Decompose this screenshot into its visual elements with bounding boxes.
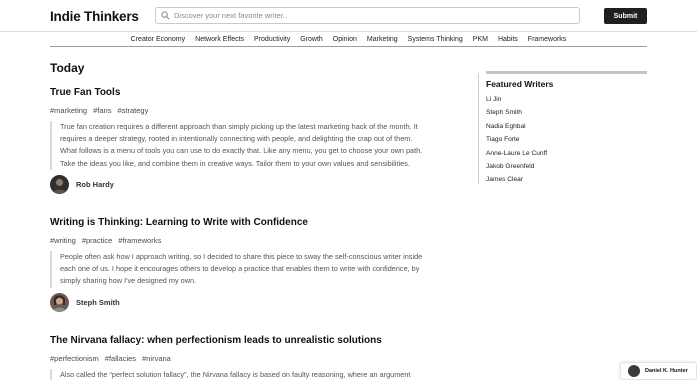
post-excerpt: True fan creation requires a different a…	[50, 121, 455, 170]
avatar	[50, 292, 69, 312]
user-name: Daniel K. Hunter	[645, 368, 688, 374]
category-nav: Creator Economy Network Effects Producti…	[50, 32, 647, 47]
nav-item-creator-economy[interactable]: Creator Economy	[131, 36, 185, 43]
user-avatar	[628, 365, 640, 377]
nav-divider-bottom	[50, 46, 647, 47]
post-card: Writing is Thinking: Learning to Write w…	[50, 217, 460, 312]
site-logo[interactable]: Indie Thinkers	[50, 9, 139, 24]
post-title[interactable]: Writing is Thinking: Learning to Write w…	[50, 217, 460, 228]
nav-item-network-effects[interactable]: Network Effects	[195, 36, 244, 43]
avatar	[50, 174, 69, 194]
post-excerpt: Also called the “perfect solution fallac…	[50, 369, 455, 380]
writer-link[interactable]: Jakob Greenfeld	[486, 163, 647, 176]
writer-link[interactable]: Anne-Laure Le Cunff	[486, 150, 647, 163]
writer-link[interactable]: Tiago Forte	[486, 136, 647, 149]
post-card: The Nirvana fallacy: when perfectionism …	[50, 335, 460, 380]
search-input[interactable]	[174, 11, 564, 20]
tag-link[interactable]: #practice	[82, 236, 112, 245]
nav-item-marketing[interactable]: Marketing	[367, 36, 398, 43]
writer-link[interactable]: Steph Smith	[486, 109, 647, 122]
featured-writers-panel: Featured Writers Li Jin Steph Smith Nadi…	[486, 71, 647, 190]
nav-item-frameworks[interactable]: Frameworks	[528, 36, 567, 43]
nav-item-pkm[interactable]: PKM	[473, 36, 488, 43]
excerpt-line: Take the ideas you like, and combine the…	[60, 158, 410, 168]
author-name[interactable]: Rob Hardy	[76, 180, 114, 189]
tag-link[interactable]: #nirvana	[142, 354, 171, 363]
writer-link[interactable]: James Clear	[486, 176, 647, 189]
excerpt-line: requires a deeper strategy, rooted in in…	[60, 134, 413, 144]
tag-link[interactable]: #frameworks	[118, 236, 161, 245]
top-bar: Indie Thinkers Submit	[0, 0, 697, 32]
search-box[interactable]	[155, 7, 580, 24]
writer-link[interactable]: Nadia Eghbal	[486, 123, 647, 136]
post-author[interactable]: Rob Hardy	[50, 174, 460, 194]
submit-button[interactable]: Submit	[604, 8, 647, 24]
post-author[interactable]: Steph Smith	[50, 292, 460, 312]
excerpt-line: True fan creation requires a different a…	[60, 122, 418, 131]
nav-item-growth[interactable]: Growth	[300, 36, 323, 43]
tag-link[interactable]: #strategy	[117, 106, 148, 115]
writer-list: Li Jin Steph Smith Nadia Eghbal Tiago Fo…	[486, 96, 647, 190]
nav-item-habits[interactable]: Habits	[498, 36, 518, 43]
tag-link[interactable]: #perfectionism	[50, 354, 99, 363]
excerpt-line: simply sharing how I've designed my own.	[60, 276, 197, 286]
tag-link[interactable]: #writing	[50, 236, 76, 245]
post-title[interactable]: The Nirvana fallacy: when perfectionism …	[50, 335, 460, 346]
post-excerpt: People often ask how I approach writing,…	[50, 251, 455, 288]
post-tags: #perfectionism #fallacies #nirvana	[50, 354, 460, 363]
post-tags: #marketing #fans #strategy	[50, 106, 460, 115]
post-card: True Fan Tools #marketing #fans #strateg…	[50, 87, 460, 194]
sidebar-divider	[478, 73, 479, 184]
excerpt-line: People often ask how I approach writing,…	[60, 252, 423, 261]
excerpt-line: each one of us. I hope it encourages oth…	[60, 264, 420, 274]
nav-item-opinion[interactable]: Opinion	[333, 36, 357, 43]
post-title[interactable]: True Fan Tools	[50, 87, 460, 98]
writer-link[interactable]: Li Jin	[486, 96, 647, 109]
section-heading: Today	[50, 61, 85, 75]
excerpt-line: Also called the “perfect solution fallac…	[60, 370, 411, 379]
nav-item-productivity[interactable]: Productivity	[254, 36, 290, 43]
tag-link[interactable]: #fallacies	[105, 354, 136, 363]
post-tags: #writing #practice #frameworks	[50, 236, 460, 245]
user-chip[interactable]: Daniel K. Hunter	[620, 362, 697, 380]
excerpt-line: What follows is a menu of tools you can …	[60, 146, 423, 156]
tag-link[interactable]: #fans	[93, 106, 111, 115]
sidebar-rule	[486, 71, 647, 74]
author-name[interactable]: Steph Smith	[76, 298, 120, 307]
nav-item-systems-thinking[interactable]: Systems Thinking	[408, 36, 463, 43]
sidebar-title: Featured Writers	[486, 79, 554, 89]
tag-link[interactable]: #marketing	[50, 106, 87, 115]
search-icon	[161, 11, 170, 20]
